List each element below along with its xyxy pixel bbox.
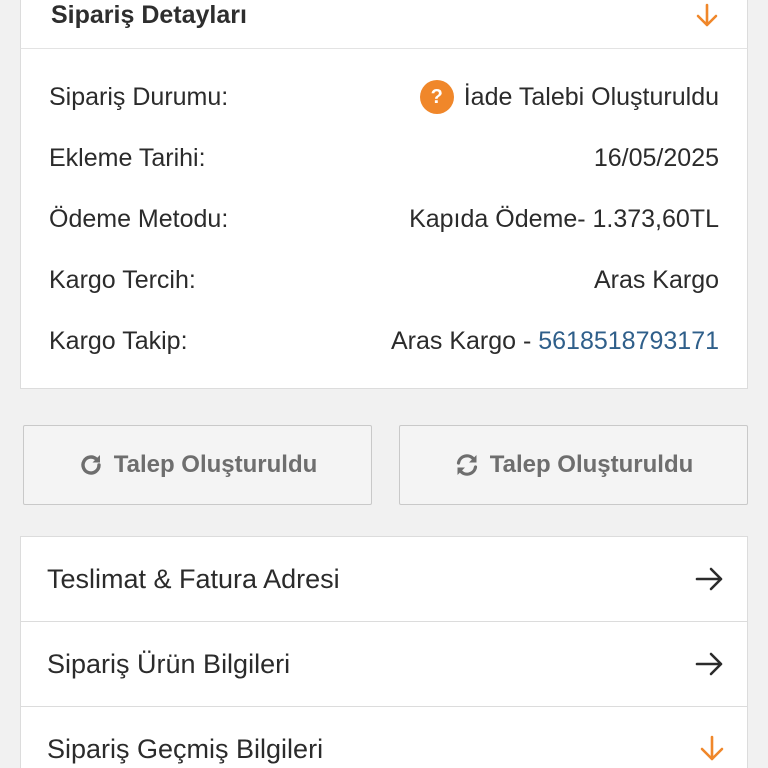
- date-label: Ekleme Tarihi:: [49, 143, 206, 172]
- section-label: Teslimat & Fatura Adresi: [47, 563, 340, 594]
- arrow-down-icon[interactable]: [695, 3, 719, 29]
- status-value: İade Talebi Oluşturuldu: [463, 82, 719, 111]
- order-detail-page: Sipariş Detayları Sipariş Durumu: ? İade…: [0, 0, 768, 768]
- detail-row-date: Ekleme Tarihi: 16/05/2025: [49, 138, 719, 178]
- detail-row-payment: Ödeme Metodu: Kapıda Ödeme- 1.373,60TL: [49, 199, 719, 239]
- refresh-icon: [454, 452, 490, 478]
- detail-row-tracking: Kargo Takip: Aras Kargo - 5618518793171: [49, 321, 719, 361]
- section-label: Sipariş Geçmiş Bilgileri: [47, 733, 324, 764]
- order-details-body: Sipariş Durumu: ? İade Talebi Oluşturuld…: [20, 49, 748, 389]
- request-created-button-left[interactable]: Talep Oluşturuldu: [23, 425, 372, 505]
- cargo-label: Kargo Tercih:: [49, 265, 196, 294]
- tracking-number-link[interactable]: 5618518793171: [538, 327, 719, 356]
- section-shipping-billing-address[interactable]: Teslimat & Fatura Adresi: [20, 536, 748, 622]
- arrow-right-icon: [695, 651, 725, 677]
- redo-icon: [78, 452, 114, 478]
- question-icon: ?: [419, 80, 454, 114]
- payment-value: Kapıda Ödeme- 1.373,60TL: [409, 204, 719, 233]
- section-order-product-info[interactable]: Sipariş Ürün Bilgileri: [20, 621, 748, 707]
- order-details-title: Sipariş Detayları: [51, 1, 247, 29]
- tracking-label: Kargo Takip:: [49, 326, 188, 355]
- status-value-wrap: ? İade Talebi Oluşturuldu: [419, 80, 719, 114]
- order-details-header[interactable]: Sipariş Detayları: [20, 0, 748, 49]
- request-created-label-right: Talep Oluşturuldu: [489, 451, 694, 478]
- detail-row-status: Sipariş Durumu: ? İade Talebi Oluşturuld…: [49, 77, 719, 117]
- request-created-label-left: Talep Oluşturuldu: [113, 451, 318, 478]
- arrow-down-icon: [699, 735, 725, 763]
- status-label: Sipariş Durumu:: [49, 82, 229, 111]
- tracking-value-wrap: Aras Kargo - 5618518793171: [391, 327, 719, 356]
- detail-row-cargo: Kargo Tercih: Aras Kargo: [49, 260, 719, 300]
- date-value: 16/05/2025: [593, 143, 719, 172]
- request-created-button-right[interactable]: Talep Oluşturuldu: [399, 425, 748, 505]
- cargo-value: Aras Kargo: [593, 265, 719, 294]
- arrow-right-icon: [695, 566, 725, 592]
- section-order-history-info[interactable]: Sipariş Geçmiş Bilgileri: [20, 706, 748, 768]
- payment-label: Ödeme Metodu:: [49, 204, 229, 233]
- tracking-carrier: Aras Kargo -: [390, 326, 539, 355]
- section-label: Sipariş Ürün Bilgileri: [47, 648, 291, 679]
